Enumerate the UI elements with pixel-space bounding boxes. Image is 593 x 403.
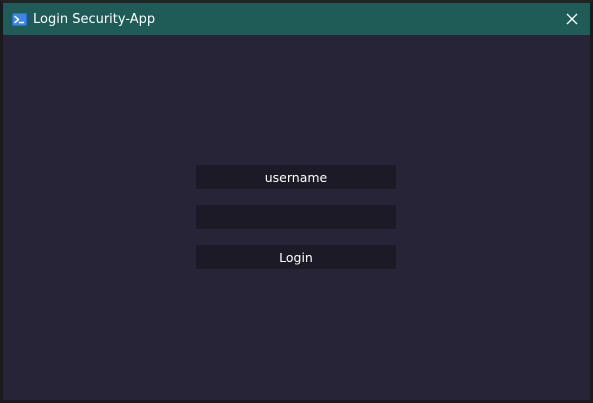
window-title: Login Security-App <box>33 11 156 27</box>
title-bar[interactable]: Login Security-App <box>3 3 590 35</box>
login-window: Login Security-App Login <box>0 0 593 403</box>
close-button[interactable] <box>560 7 584 31</box>
password-field[interactable] <box>196 205 396 229</box>
powershell-icon <box>12 12 27 26</box>
login-panel: Login <box>3 35 590 400</box>
login-button[interactable]: Login <box>196 245 396 269</box>
username-field[interactable] <box>196 165 396 189</box>
close-icon <box>566 10 578 29</box>
